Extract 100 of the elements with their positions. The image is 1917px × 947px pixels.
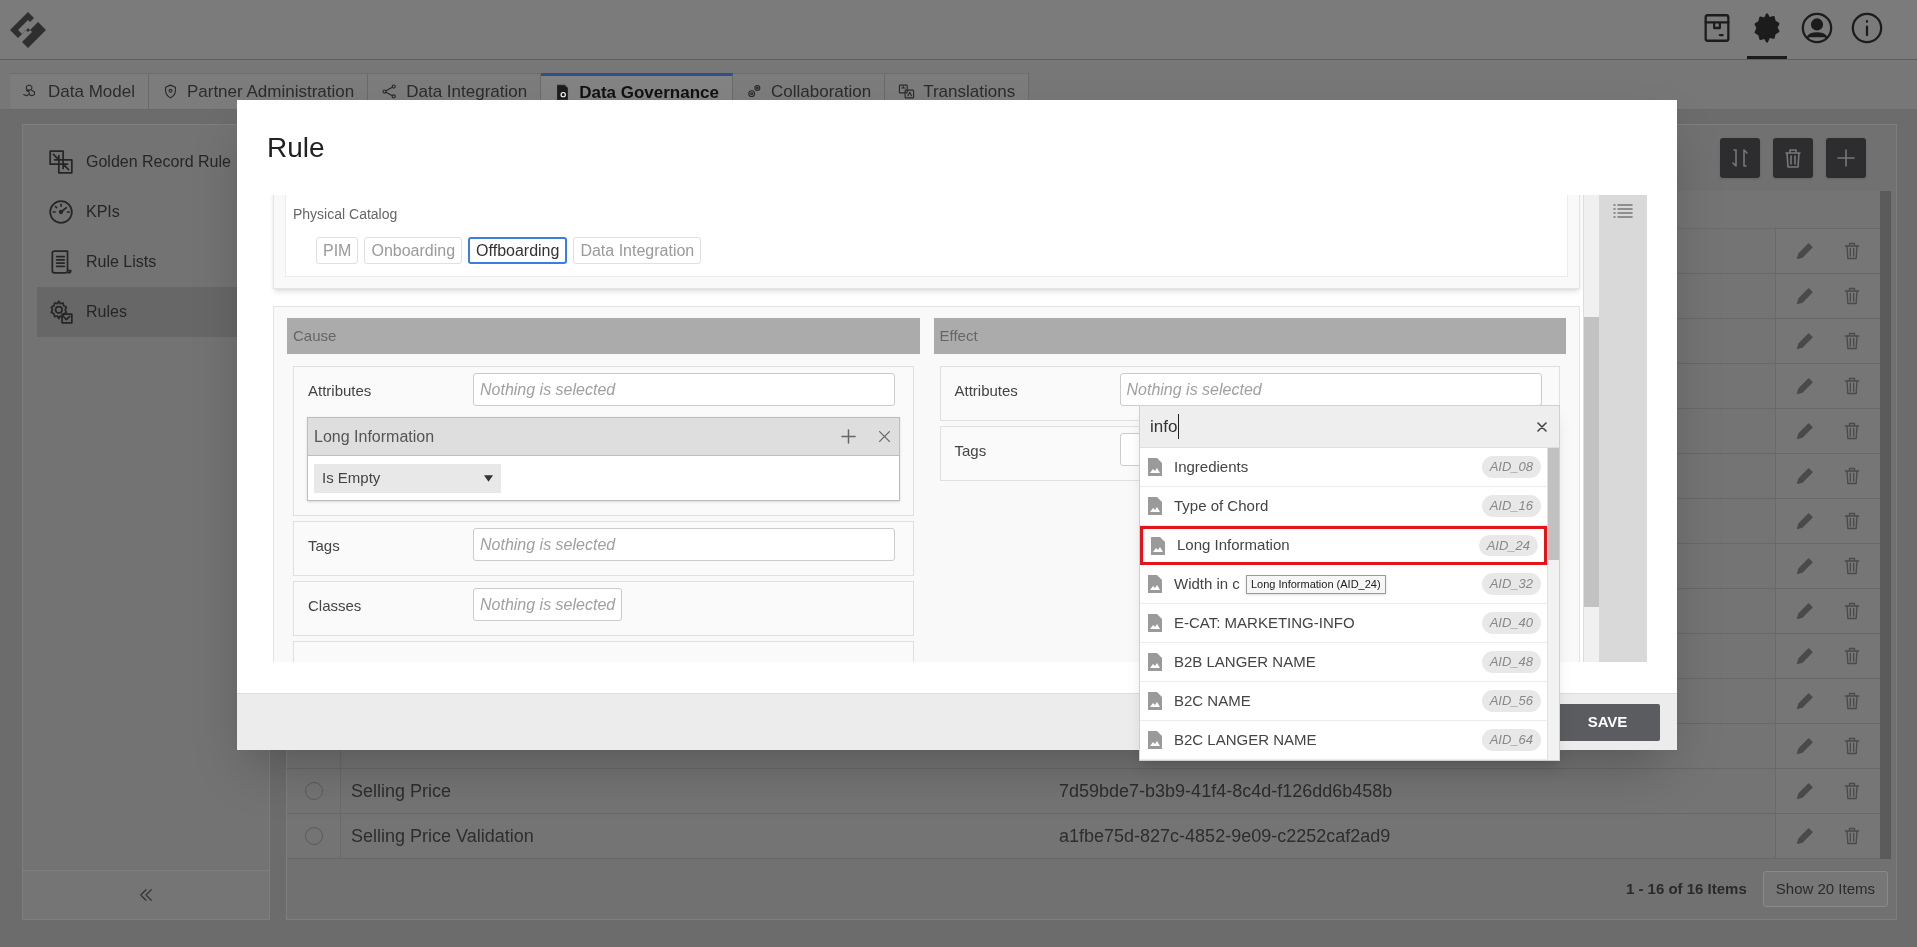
- select-field[interactable]: Nothing is selected: [473, 528, 895, 561]
- dropdown-option[interactable]: Ingredients AID_08: [1140, 448, 1548, 487]
- edit-icon[interactable]: [1794, 285, 1816, 307]
- edit-icon[interactable]: [1794, 780, 1816, 802]
- catalog-chip[interactable]: Offboarding: [468, 237, 568, 264]
- nodes-icon: [381, 83, 399, 100]
- operator-select[interactable]: Is Empty: [314, 463, 501, 493]
- sidebar-item[interactable]: KPIs: [37, 187, 255, 237]
- trash-icon[interactable]: [1842, 555, 1862, 577]
- attribute-code: AID_40: [1481, 612, 1542, 634]
- plus-icon[interactable]: [840, 429, 856, 444]
- dropdown-option[interactable]: B2B LANGER NAME AID_48: [1140, 643, 1548, 682]
- pagination-info: 1 - 16 of 16 Items: [1625, 878, 1747, 899]
- caret-icon: [484, 474, 493, 482]
- trash-icon[interactable]: [1842, 465, 1862, 487]
- section-label: Physical Catalog: [293, 205, 399, 224]
- image-file-icon: [1148, 497, 1162, 515]
- search-field[interactable]: info: [1140, 406, 1559, 448]
- trash-icon[interactable]: [1842, 375, 1862, 397]
- dropdown-option[interactable]: B2C LANGER NAME AID_64: [1140, 721, 1548, 760]
- condition-attribute: Long Information: [314, 426, 435, 447]
- catalog-chip[interactable]: Data Integration: [573, 237, 702, 264]
- dropdown-option[interactable]: E-CAT: MARKETING-INFO AID_40: [1140, 604, 1548, 643]
- trash-icon[interactable]: [1842, 600, 1862, 622]
- table-cell-text: a1fbe75d-827c-4852-9e09-c2252caf2ad9: [1059, 824, 1391, 848]
- edit-icon[interactable]: [1794, 555, 1816, 577]
- trash-icon[interactable]: [1842, 825, 1862, 847]
- trash-icon[interactable]: [1842, 420, 1862, 442]
- attribute-code: AID_16: [1481, 495, 1542, 517]
- scrollbar-thumb[interactable]: [1548, 448, 1559, 560]
- attribute-code: AID_32: [1481, 573, 1542, 595]
- field-label: Classes: [307, 596, 363, 616]
- field-label: Tags: [953, 441, 988, 461]
- edit-icon[interactable]: [1794, 330, 1816, 352]
- edit-icon[interactable]: [1794, 510, 1816, 532]
- catalog-chip[interactable]: Onboarding: [364, 237, 463, 264]
- dropdown-option[interactable]: Type of Chord AID_16: [1140, 487, 1548, 526]
- field-label: Attributes: [953, 381, 1019, 401]
- add-button[interactable]: [1826, 138, 1866, 178]
- edit-icon[interactable]: [1794, 420, 1816, 442]
- trash-icon[interactable]: [1842, 330, 1862, 352]
- attribute-code: AID_08: [1481, 456, 1542, 478]
- trash-icon[interactable]: [1842, 645, 1862, 667]
- tooltip: Long Information (AID_24): [1246, 575, 1386, 594]
- tab[interactable]: Data Model: [10, 73, 149, 109]
- section-title: Effect: [939, 325, 978, 346]
- close-icon[interactable]: [1537, 421, 1547, 432]
- edit-icon[interactable]: [1794, 825, 1816, 847]
- field-label: Attributes: [307, 381, 373, 401]
- sidebar-item[interactable]: Golden Record Rule: [37, 137, 255, 187]
- select-field[interactable]: Nothing is selected: [1119, 373, 1542, 406]
- close-icon[interactable]: [877, 430, 891, 443]
- edit-icon[interactable]: [1794, 735, 1816, 757]
- trash-icon[interactable]: [1842, 240, 1862, 262]
- modal-title: Rule: [267, 130, 325, 165]
- edit-icon[interactable]: [1794, 375, 1816, 397]
- section-title: Cause: [293, 325, 337, 346]
- scrollbar[interactable]: [1880, 191, 1891, 859]
- list-icon[interactable]: [1613, 203, 1633, 219]
- trash-icon[interactable]: [1842, 285, 1862, 307]
- collapse-icon[interactable]: [137, 886, 155, 904]
- scrollbar-thumb[interactable]: [1584, 317, 1599, 607]
- plus-icon: [1834, 146, 1858, 170]
- table-cell-text: Selling Price: [351, 779, 452, 803]
- user-icon: [1800, 11, 1834, 45]
- image-file-icon: [1148, 458, 1162, 476]
- image-file-icon: [1148, 614, 1162, 632]
- arrows-icon: [48, 149, 74, 175]
- table-cell-text: 7d59bde7-b3b9-41f4-8c4d-f126dd6b458b: [1059, 779, 1393, 803]
- delete-button[interactable]: [1773, 138, 1813, 178]
- field-label: Tags: [307, 536, 341, 556]
- attribute-code: AID_48: [1481, 651, 1542, 673]
- attribute-code: AID_56: [1481, 690, 1542, 712]
- translate-icon: [898, 83, 916, 100]
- select-field[interactable]: Nothing is selected: [473, 373, 895, 406]
- edit-icon[interactable]: [1794, 645, 1816, 667]
- gear-icon: [48, 299, 74, 325]
- attribute-code: AID_24: [1478, 534, 1539, 557]
- image-file-icon: [1148, 653, 1162, 671]
- trash-icon[interactable]: [1842, 735, 1862, 757]
- edit-icon[interactable]: [1794, 690, 1816, 712]
- gauge-icon: [48, 199, 74, 225]
- sidebar-item[interactable]: Rule Lists: [37, 237, 255, 287]
- image-file-icon: [1148, 575, 1162, 593]
- dropdown-option[interactable]: Long Information AID_24: [1140, 526, 1548, 565]
- select-field[interactable]: Nothing is selected: [473, 588, 623, 621]
- dropdown-option[interactable]: B2C NAME AID_56: [1140, 682, 1548, 721]
- edit-icon[interactable]: [1794, 465, 1816, 487]
- image-file-icon: [1148, 692, 1162, 710]
- trash-icon[interactable]: [1842, 510, 1862, 532]
- gears-icon: [746, 83, 763, 100]
- sync-button[interactable]: [1720, 138, 1760, 178]
- scroll-icon: [48, 249, 74, 275]
- edit-icon[interactable]: [1794, 600, 1816, 622]
- catalog-chip[interactable]: PIM: [316, 237, 359, 264]
- edit-icon[interactable]: [1794, 240, 1816, 262]
- page-size-button[interactable]: Show 20 Items: [1762, 871, 1888, 907]
- table-cell-text: Selling Price Validation: [351, 824, 534, 848]
- trash-icon[interactable]: [1842, 690, 1862, 712]
- trash-icon[interactable]: [1842, 780, 1862, 802]
